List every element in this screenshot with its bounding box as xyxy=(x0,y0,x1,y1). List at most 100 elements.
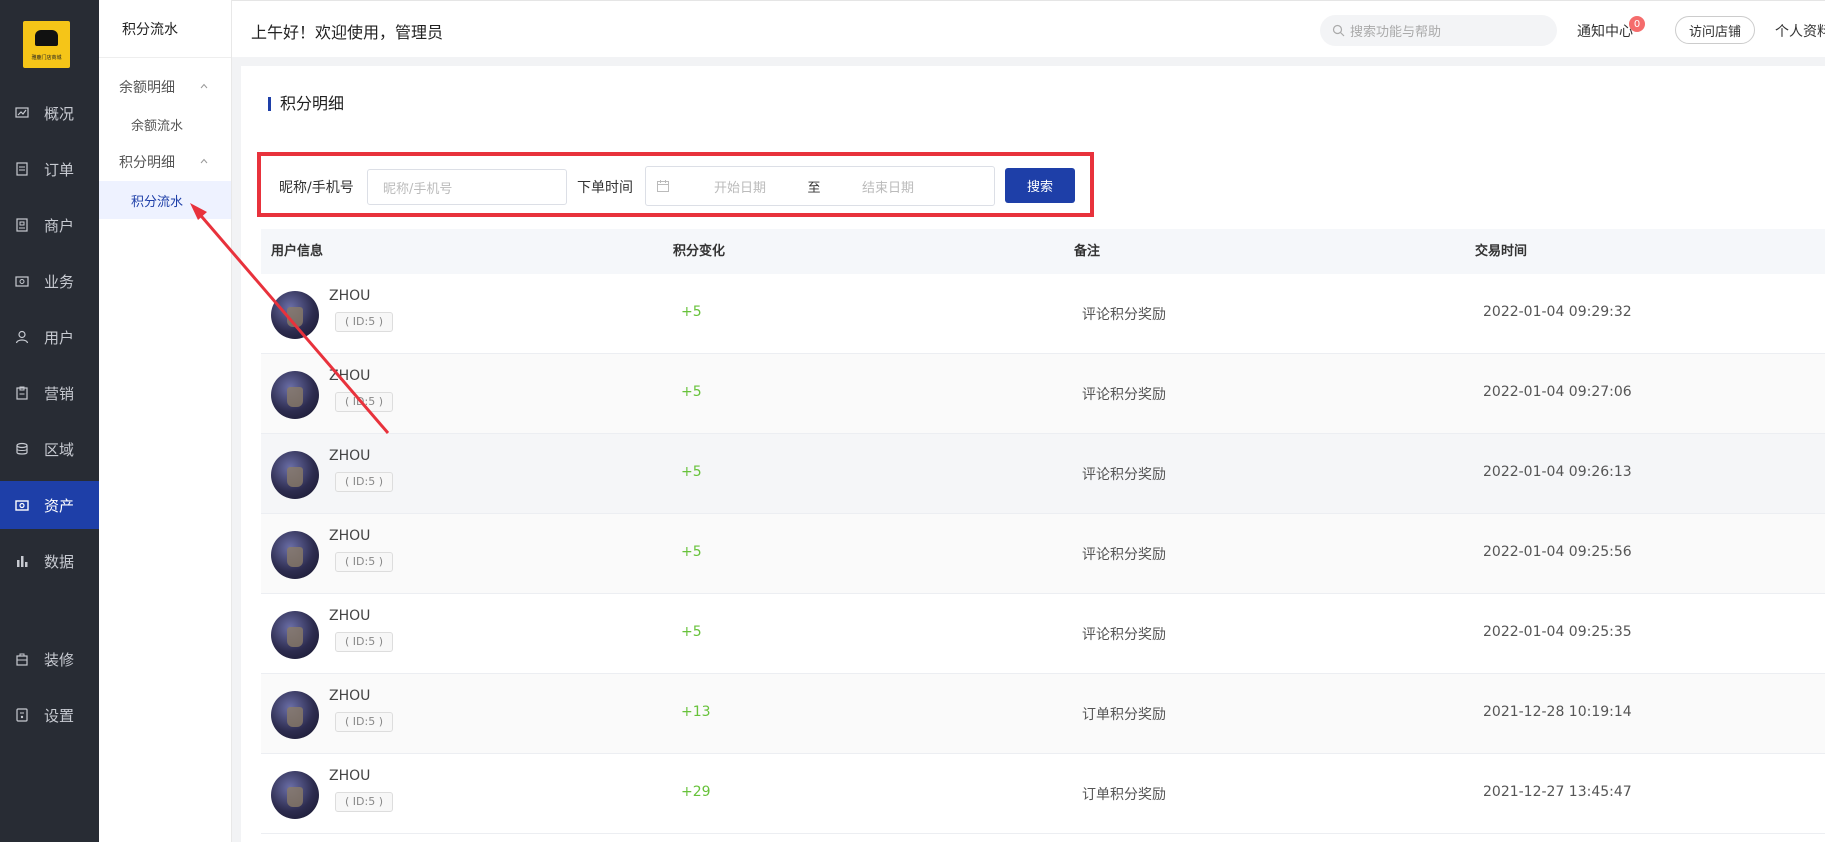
nav-item-business[interactable]: 业务 xyxy=(0,257,99,305)
nav-item-label: 设置 xyxy=(44,706,75,725)
greeting-text: 上午好！欢迎使用，管理员 xyxy=(251,23,444,42)
table-row: ZHOU ( ID:5 ) +13 订单积分奖励 2021-12-28 10:1… xyxy=(261,674,1825,754)
subnav-group-balance[interactable]: 余额明细 xyxy=(99,72,231,102)
date-range-picker[interactable]: 开始日期 至 结束日期 xyxy=(645,166,995,206)
remark-text: 评论积分奖励 xyxy=(1082,467,1166,483)
user-name: ZHOU xyxy=(329,288,371,304)
main-content-card: 积分明细 昵称/手机号 昵称/手机号 下单时间 开始日期 至 结束日期 搜索 用… xyxy=(241,66,1825,842)
nav-item-label: 订单 xyxy=(44,160,75,179)
search-button[interactable]: 搜索 xyxy=(1005,168,1075,203)
table-row: ZHOU ( ID:5 ) +5 评论积分奖励 2022-01-04 09:25… xyxy=(261,594,1825,674)
user-name: ZHOU xyxy=(329,448,371,464)
nickname-phone-label: 昵称/手机号 xyxy=(279,180,354,196)
user-id-tag: ( ID:5 ) xyxy=(335,392,393,412)
order-time-label: 下单时间 xyxy=(577,180,633,196)
subnav-item-balance-flow[interactable]: 余额流水 xyxy=(99,105,231,143)
transaction-time: 2021-12-27 13:45:47 xyxy=(1483,784,1632,800)
nav-item-users[interactable]: 用户 xyxy=(0,313,99,361)
logo-text: 雅鹿门店商城 xyxy=(31,55,62,61)
app-logo[interactable]: 雅鹿门店商城 xyxy=(23,21,70,68)
table-row: ZHOU ( ID:5 ) +29 订单积分奖励 2021-12-27 13:4… xyxy=(261,754,1825,834)
nav-item-label: 营销 xyxy=(44,384,75,403)
nickname-phone-input[interactable]: 昵称/手机号 xyxy=(367,169,567,205)
nav-item-settings[interactable]: 设置 xyxy=(0,691,99,739)
region-icon xyxy=(14,441,30,457)
subnav-title: 积分流水 xyxy=(99,0,231,58)
points-change: +5 xyxy=(681,624,702,640)
secondary-sidebar: 积分流水 余额明细 余额流水 积分明细 积分流水 xyxy=(99,0,232,842)
nav-item-label: 区域 xyxy=(44,440,75,459)
remark-text: 订单积分奖励 xyxy=(1082,707,1166,723)
nav-item-region[interactable]: 区域 xyxy=(0,425,99,473)
chart-icon xyxy=(14,553,30,569)
nav-item-label: 资产 xyxy=(44,496,75,515)
start-date-input[interactable]: 开始日期 xyxy=(680,177,800,196)
profile-link[interactable]: 个人资料 xyxy=(1775,21,1825,41)
remark-text: 评论积分奖励 xyxy=(1082,387,1166,403)
table-row: ZHOU ( ID:5 ) +5 评论积分奖励 2022-01-04 09:29… xyxy=(261,274,1825,354)
column-header-user: 用户信息 xyxy=(271,244,324,259)
subnav-item-label: 积分流水 xyxy=(131,194,184,210)
nav-item-marketing[interactable]: 营销 xyxy=(0,369,99,417)
chevron-up-icon xyxy=(200,83,208,89)
input-placeholder: 昵称/手机号 xyxy=(383,181,453,197)
nav-item-orders[interactable]: 订单 xyxy=(0,145,99,193)
user-name: ZHOU xyxy=(329,768,371,784)
nav-item-data[interactable]: 数据 xyxy=(0,537,99,585)
store-icon xyxy=(14,217,30,233)
points-change: +5 xyxy=(681,384,702,400)
points-change: +5 xyxy=(681,544,702,560)
visit-store-button[interactable]: 访问店铺 xyxy=(1675,16,1755,44)
nav-item-label: 装修 xyxy=(44,650,75,669)
subnav-item-points-flow[interactable]: 积分流水 xyxy=(99,181,231,219)
nav-item-merchants[interactable]: 商户 xyxy=(0,201,99,249)
avatar xyxy=(271,291,319,339)
points-change: +13 xyxy=(681,704,711,720)
avatar xyxy=(271,371,319,419)
subnav-group-label: 积分明细 xyxy=(119,155,175,171)
range-separator: 至 xyxy=(807,180,821,196)
trend-icon xyxy=(14,105,30,121)
notification-center-link[interactable]: 通知中心 xyxy=(1577,21,1633,41)
user-id-tag: ( ID:5 ) xyxy=(335,712,393,732)
user-id-tag: ( ID:5 ) xyxy=(335,552,393,572)
search-placeholder: 搜索功能与帮助 xyxy=(1350,25,1442,40)
order-icon xyxy=(14,161,30,177)
nav-item-label: 概况 xyxy=(44,104,75,123)
column-header-remark: 备注 xyxy=(1074,244,1101,259)
column-header-time: 交易时间 xyxy=(1475,244,1528,259)
user-id-tag: ( ID:5 ) xyxy=(335,632,393,652)
transaction-time: 2021-12-28 10:19:14 xyxy=(1483,704,1632,720)
table-row: ZHOU ( ID:5 ) +5 评论积分奖励 2022-01-04 09:25… xyxy=(261,514,1825,594)
user-id-tag: ( ID:5 ) xyxy=(335,792,393,812)
points-change: +5 xyxy=(681,464,702,480)
nav-item-decorate[interactable]: 装修 xyxy=(0,635,99,683)
top-header: 上午好！欢迎使用，管理员 搜索功能与帮助 通知中心 0 访问店铺 个人资料 xyxy=(232,0,1825,57)
subnav-group-label: 余额明细 xyxy=(119,80,175,96)
notification-count-badge: 0 xyxy=(1629,16,1645,32)
main-sidebar: 雅鹿门店商城 概况 订单 商户 业务 用户 营销 区域 资产 数据 装修 设置 xyxy=(0,0,99,842)
transaction-time: 2022-01-04 09:25:56 xyxy=(1483,544,1632,560)
search-input[interactable]: 搜索功能与帮助 xyxy=(1320,15,1557,46)
subnav-item-label: 余额流水 xyxy=(131,118,184,134)
logo-icon xyxy=(35,30,58,46)
remark-text: 评论积分奖励 xyxy=(1082,627,1166,643)
nav-item-assets[interactable]: 资产 xyxy=(0,481,99,529)
transaction-time: 2022-01-04 09:26:13 xyxy=(1483,464,1632,480)
end-date-input[interactable]: 结束日期 xyxy=(828,177,948,196)
user-icon xyxy=(14,329,30,345)
subnav-group-points[interactable]: 积分明细 xyxy=(99,147,231,177)
avatar xyxy=(271,531,319,579)
remark-text: 订单积分奖励 xyxy=(1082,787,1166,803)
transaction-time: 2022-01-04 09:29:32 xyxy=(1483,304,1632,320)
table-row: ZHOU ( ID:5 ) +5 评论积分奖励 2022-01-04 09:26… xyxy=(261,434,1825,514)
section-title: 积分明细 xyxy=(268,96,344,112)
asset-icon xyxy=(14,497,30,513)
chevron-up-icon xyxy=(200,158,208,164)
avatar xyxy=(271,451,319,499)
nav-item-overview[interactable]: 概况 xyxy=(0,89,99,137)
remark-text: 评论积分奖励 xyxy=(1082,547,1166,563)
nav-item-label: 业务 xyxy=(44,272,75,291)
nav-item-label: 用户 xyxy=(44,328,75,347)
column-header-points-change: 积分变化 xyxy=(673,244,726,259)
